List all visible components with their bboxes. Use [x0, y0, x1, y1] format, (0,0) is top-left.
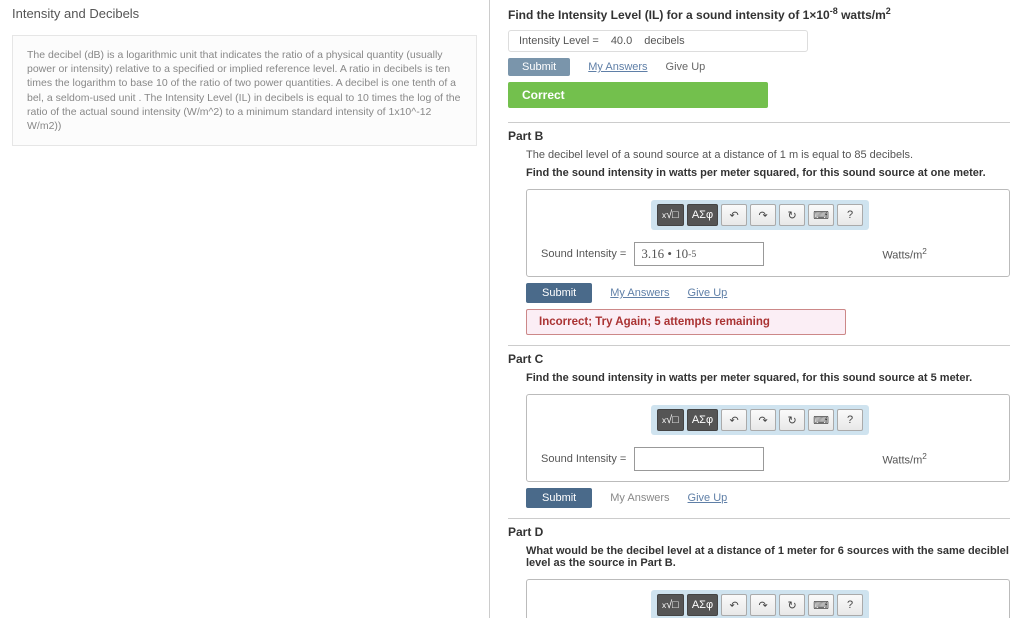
root-template-icon[interactable]: x√□ — [657, 204, 684, 226]
part-b-my-answers-link[interactable]: My Answers — [610, 287, 669, 299]
keyboard-icon[interactable]: ⌨ — [808, 594, 834, 616]
undo-icon[interactable]: ↶ — [721, 409, 747, 431]
part-a-correct-feedback: Correct — [508, 82, 768, 108]
part-c-my-answers-link[interactable]: My Answers — [610, 492, 669, 504]
part-c-input-box: x√□ ΑΣφ ↶ ↷ ↻ ⌨ ? Sound Intensity = Watt… — [526, 394, 1010, 482]
page-title: Intensity and Decibels — [12, 6, 477, 21]
left-panel: Intensity and Decibels The decibel (dB) … — [0, 0, 490, 618]
part-b-input-box: x√□ ΑΣφ ↶ ↷ ↻ ⌨ ? Sound Intensity = 3.16… — [526, 189, 1010, 277]
keyboard-icon[interactable]: ⌨ — [808, 409, 834, 431]
redo-icon[interactable]: ↷ — [750, 204, 776, 226]
part-b-toolbar: x√□ ΑΣφ ↶ ↷ ↻ ⌨ ? — [651, 200, 869, 230]
part-a-submit-row: Submit My Answers Give Up — [508, 58, 1010, 76]
part-b-text1: The decibel level of a sound source at a… — [526, 149, 1010, 161]
part-a-give-up-link[interactable]: Give Up — [666, 61, 706, 73]
part-c-label: Part C — [508, 352, 1010, 366]
reset-icon[interactable]: ↻ — [779, 594, 805, 616]
part-d-text: What would be the decibel level at a dis… — [526, 545, 1010, 569]
part-a-value: 40.0 — [611, 35, 632, 47]
keyboard-icon[interactable]: ⌨ — [808, 204, 834, 226]
part-c-units: Watts/m2 — [882, 452, 927, 467]
root-template-icon[interactable]: x√□ — [657, 594, 684, 616]
part-d-toolbar: x√□ ΑΣφ ↶ ↷ ↻ ⌨ ? — [651, 590, 869, 618]
greek-symbols-icon[interactable]: ΑΣφ — [687, 594, 718, 616]
redo-icon[interactable]: ↷ — [750, 594, 776, 616]
part-c-field-label: Sound Intensity = — [541, 453, 626, 465]
part-a-prompt: Find the Intensity Level (IL) for a soun… — [508, 6, 1010, 22]
part-b-give-up-link[interactable]: Give Up — [688, 287, 728, 299]
greek-symbols-icon[interactable]: ΑΣφ — [687, 409, 718, 431]
part-b-label: Part B — [508, 129, 1010, 143]
part-c-answer-input[interactable] — [634, 447, 764, 471]
part-a-answer-row: Intensity Level = 40.0 decibels — [508, 30, 808, 52]
help-icon[interactable]: ? — [837, 594, 863, 616]
part-b-text2: Find the sound intensity in watts per me… — [526, 167, 1010, 179]
undo-icon[interactable]: ↶ — [721, 204, 747, 226]
root-template-icon[interactable]: x√□ — [657, 409, 684, 431]
redo-icon[interactable]: ↷ — [750, 409, 776, 431]
part-c-text: Find the sound intensity in watts per me… — [526, 372, 1010, 384]
help-icon[interactable]: ? — [837, 409, 863, 431]
undo-icon[interactable]: ↶ — [721, 594, 747, 616]
part-c-toolbar: x√□ ΑΣφ ↶ ↷ ↻ ⌨ ? — [651, 405, 869, 435]
part-a-submit-button[interactable]: Submit — [508, 58, 570, 76]
right-panel: Find the Intensity Level (IL) for a soun… — [490, 0, 1024, 618]
part-d-label: Part D — [508, 525, 1010, 539]
part-b-field-label: Sound Intensity = — [541, 248, 626, 260]
part-c-submit-button[interactable]: Submit — [526, 488, 592, 508]
part-b-units: Watts/m2 — [882, 247, 927, 262]
help-icon[interactable]: ? — [837, 204, 863, 226]
reset-icon[interactable]: ↻ — [779, 204, 805, 226]
part-d-input-box: x√□ ΑΣφ ↶ ↷ ↻ ⌨ ? Intensity Level(Group)… — [526, 579, 1010, 618]
description-box: The decibel (dB) is a logarithmic unit t… — [12, 35, 477, 146]
part-b-answer-input[interactable]: 3.16 • 10-5 — [634, 242, 764, 266]
greek-symbols-icon[interactable]: ΑΣφ — [687, 204, 718, 226]
reset-icon[interactable]: ↻ — [779, 409, 805, 431]
part-b-submit-button[interactable]: Submit — [526, 283, 592, 303]
part-a-label: Intensity Level = — [519, 35, 599, 47]
part-b-incorrect-feedback: Incorrect; Try Again; 5 attempts remaini… — [526, 309, 846, 335]
part-a-units: decibels — [644, 35, 684, 47]
part-c-give-up-link[interactable]: Give Up — [688, 492, 728, 504]
part-a-my-answers-link[interactable]: My Answers — [588, 61, 647, 73]
